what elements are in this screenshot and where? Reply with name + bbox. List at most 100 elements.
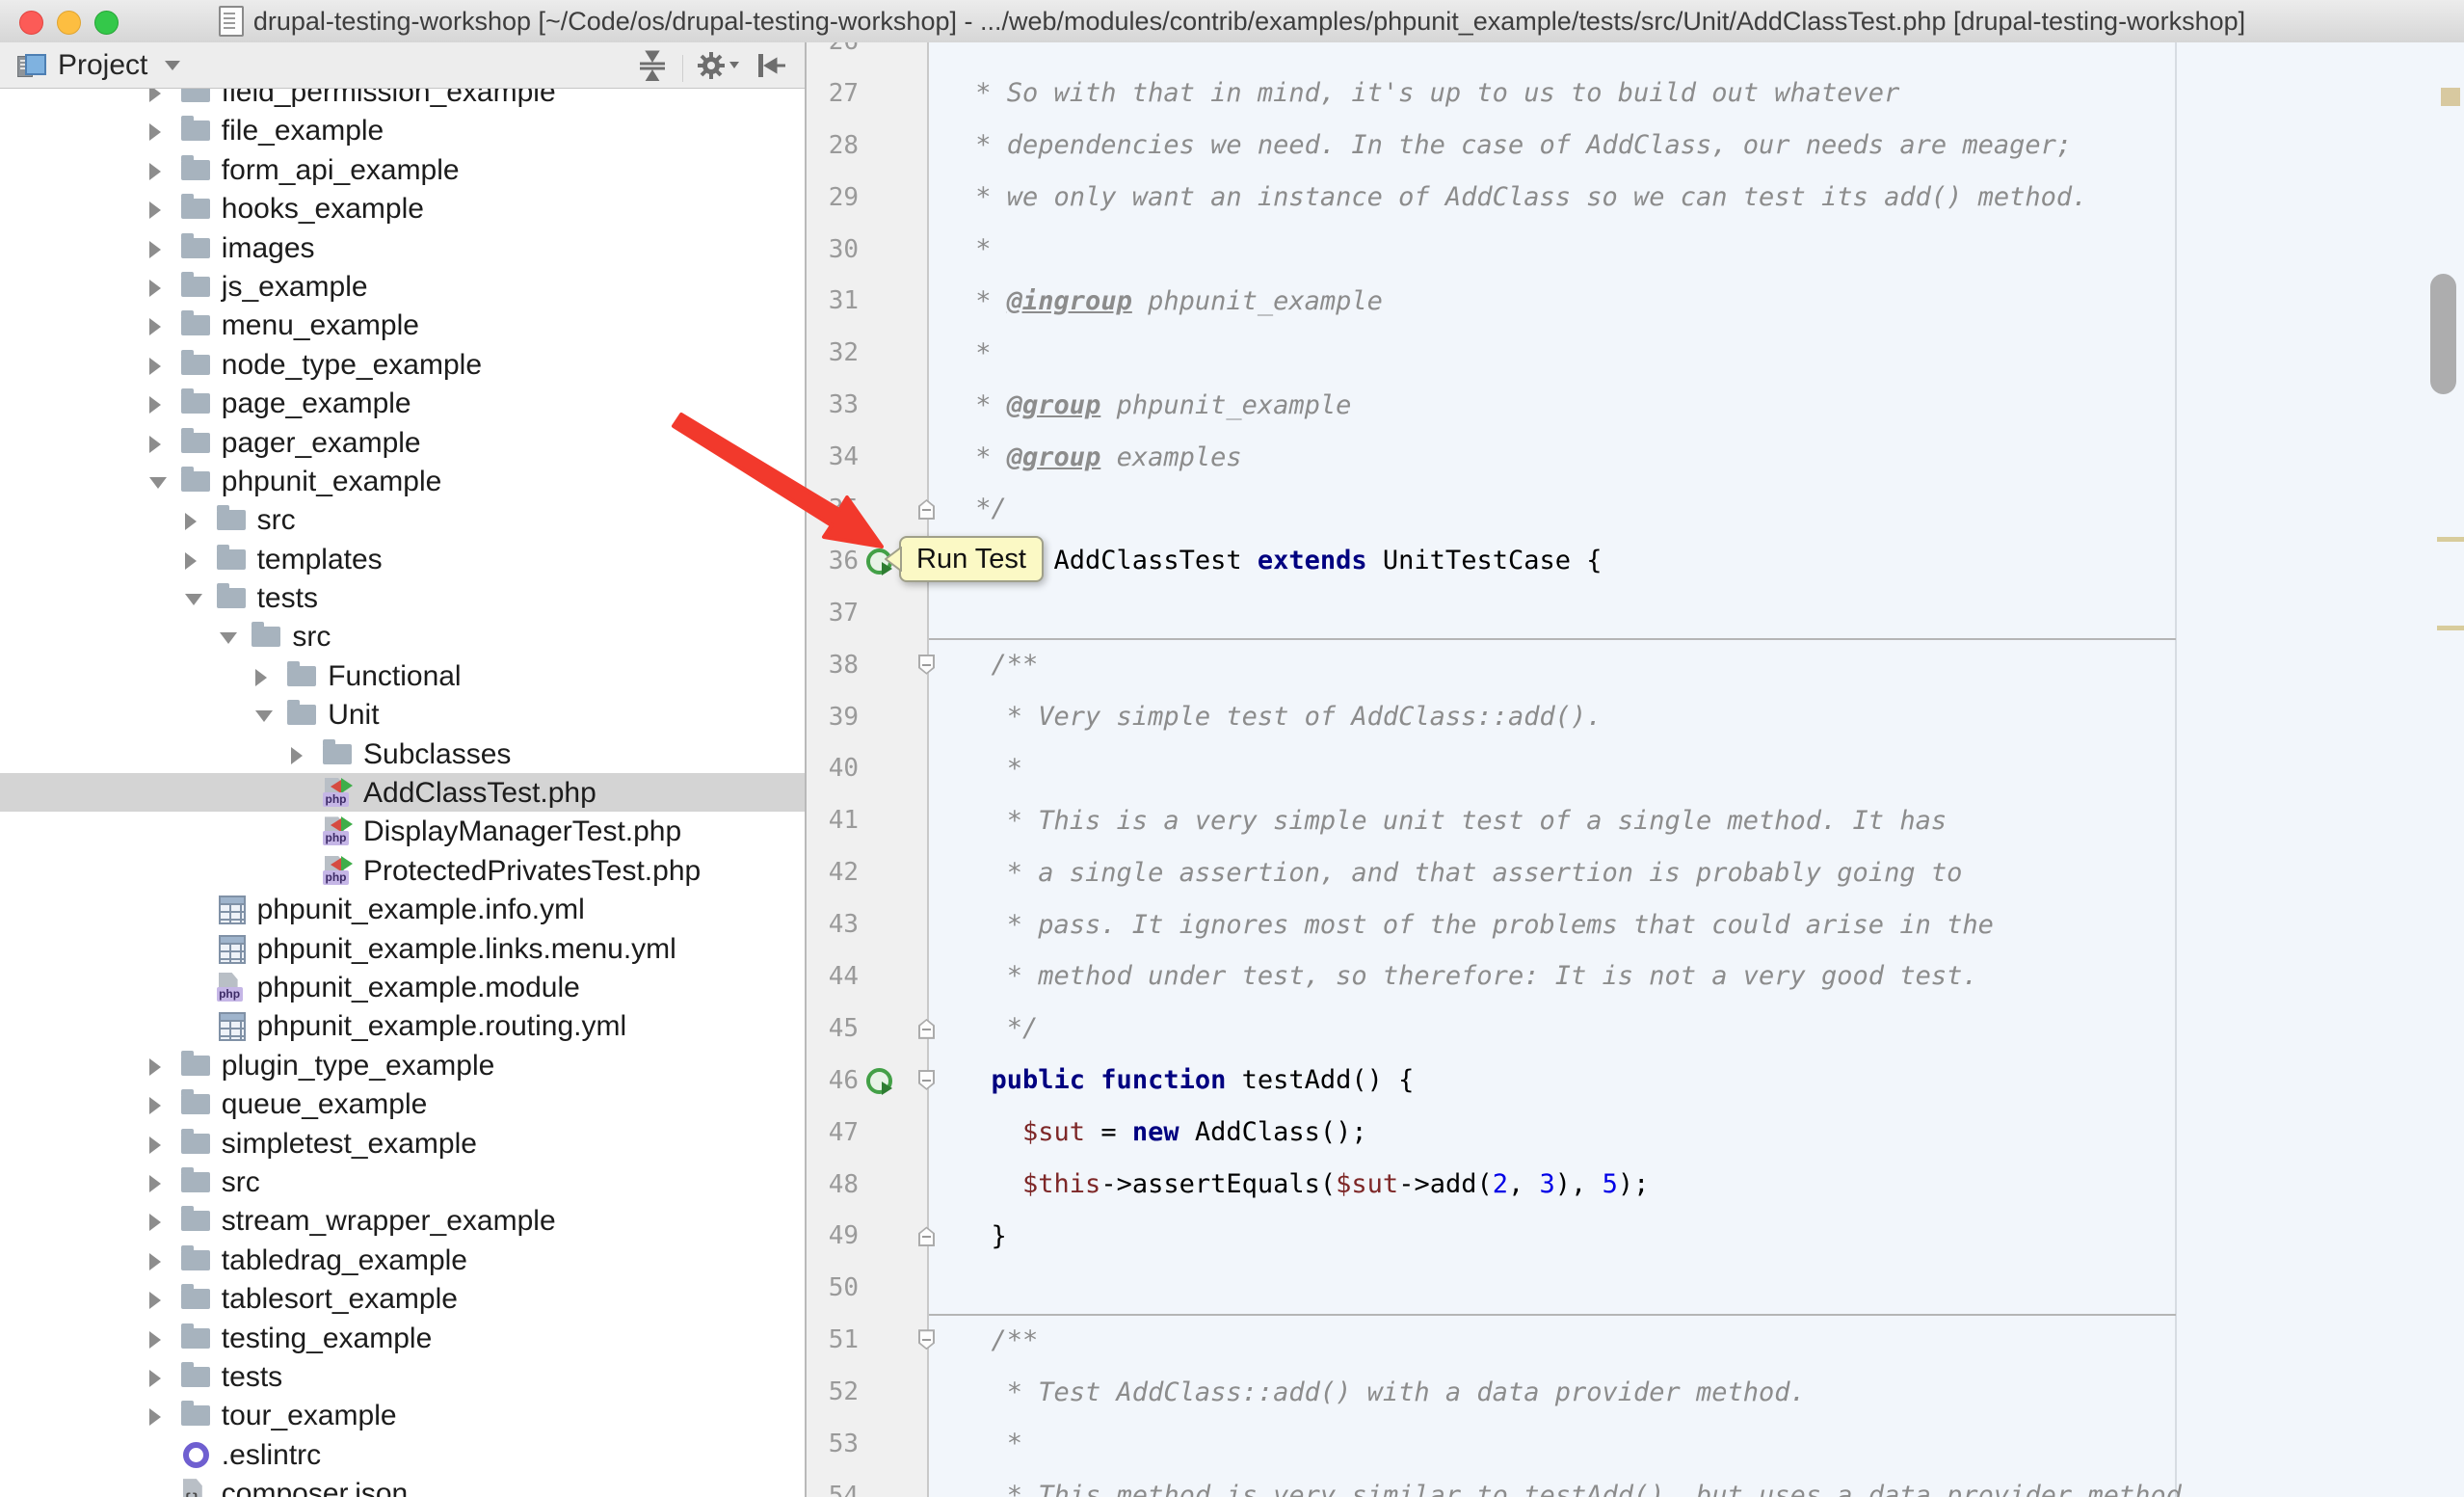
warning-stripe-mark[interactable] bbox=[2437, 537, 2464, 542]
code-line-29[interactable]: 29 * we only want an instance of AddClas… bbox=[807, 172, 2464, 224]
window-titlebar[interactable]: drupal-testing-workshop [~/Code/os/drupa… bbox=[0, 0, 2464, 44]
code-line-31[interactable]: 31 * @ingroup phpunit_example bbox=[807, 275, 2464, 327]
code-line-43[interactable]: 43 * pass. It ignores most of the proble… bbox=[807, 898, 2464, 950]
code-line-53[interactable]: 53 * bbox=[807, 1418, 2464, 1470]
inspection-indicator[interactable] bbox=[2441, 88, 2460, 106]
code-line-38[interactable]: 38 /** bbox=[807, 639, 2464, 691]
expand-arrow-icon[interactable] bbox=[149, 1058, 161, 1076]
expand-arrow-icon[interactable] bbox=[185, 513, 197, 530]
tree-item-file-example[interactable]: file_example bbox=[0, 111, 805, 149]
expand-arrow-icon[interactable] bbox=[149, 280, 161, 297]
code-editor[interactable]: 2627 * So with that in mind, it's up to … bbox=[807, 42, 2464, 1497]
expand-arrow-icon[interactable] bbox=[149, 1408, 161, 1426]
tree-item-stream-wrapper-example[interactable]: stream_wrapper_example bbox=[0, 1201, 805, 1240]
code-line-44[interactable]: 44 * method under test, so therefore: It… bbox=[807, 950, 2464, 1002]
code-line-46[interactable]: 46 public function testAdd() { bbox=[807, 1055, 2464, 1107]
code-line-51[interactable]: 51 /** bbox=[807, 1314, 2464, 1366]
fold-marker-icon[interactable] bbox=[918, 1329, 935, 1350]
expand-arrow-icon[interactable] bbox=[149, 1214, 161, 1231]
code-line-50[interactable]: 50 bbox=[807, 1262, 2464, 1314]
tree-item-subclasses[interactable]: Subclasses bbox=[0, 735, 805, 773]
tree-item-tests[interactable]: tests bbox=[0, 578, 805, 617]
gear-settings-icon[interactable] bbox=[697, 50, 741, 86]
editor-scrollbar-thumb[interactable] bbox=[2430, 274, 2456, 394]
code-line-40[interactable]: 40 * bbox=[807, 742, 2464, 794]
code-line-48[interactable]: 48 $this->assertEquals($sut->add(2, 3), … bbox=[807, 1159, 2464, 1211]
tree-item-tour-example[interactable]: tour_example bbox=[0, 1396, 805, 1434]
tree-item--eslintrc[interactable]: .eslintrc bbox=[0, 1435, 805, 1474]
fold-marker-icon[interactable] bbox=[918, 499, 935, 520]
tree-item-unit[interactable]: Unit bbox=[0, 695, 805, 734]
tree-item-phpunit-example[interactable]: phpunit_example bbox=[0, 462, 805, 500]
tree-item-src[interactable]: src bbox=[0, 617, 805, 655]
document-proxy-icon[interactable] bbox=[219, 6, 244, 37]
code-line-30[interactable]: 30 * bbox=[807, 224, 2464, 276]
expand-arrow-icon[interactable] bbox=[149, 358, 161, 375]
hide-panel-icon[interactable] bbox=[755, 50, 787, 86]
expand-arrow-icon[interactable] bbox=[149, 436, 161, 453]
tree-item-phpunit-example-routing-yml[interactable]: phpunit_example.routing.yml bbox=[0, 1006, 805, 1045]
code-line-32[interactable]: 32 * bbox=[807, 327, 2464, 379]
tree-item-testing-example[interactable]: testing_example bbox=[0, 1319, 805, 1357]
tree-item-page-example[interactable]: page_example bbox=[0, 384, 805, 422]
tree-item-protectedprivatestest-php[interactable]: phpProtectedPrivatesTest.php bbox=[0, 851, 805, 890]
close-window-button[interactable] bbox=[19, 11, 43, 35]
code-line-52[interactable]: 52 * Test AddClass::add() with a data pr… bbox=[807, 1366, 2464, 1418]
tree-item-tests[interactable]: tests bbox=[0, 1357, 805, 1396]
tree-item-tablesort-example[interactable]: tablesort_example bbox=[0, 1279, 805, 1318]
collapse-all-icon[interactable] bbox=[636, 50, 669, 86]
collapse-arrow-icon[interactable] bbox=[185, 594, 202, 605]
code-line-41[interactable]: 41 * This is a very simple unit test of … bbox=[807, 794, 2464, 846]
expand-arrow-icon[interactable] bbox=[149, 1175, 161, 1192]
code-line-33[interactable]: 33 * @group phpunit_example bbox=[807, 379, 2464, 431]
code-line-28[interactable]: 28 * dependencies we need. In the case o… bbox=[807, 120, 2464, 172]
tree-item-phpunit-example-module[interactable]: phpphpunit_example.module bbox=[0, 968, 805, 1006]
tree-item-simpletest-example[interactable]: simpletest_example bbox=[0, 1124, 805, 1163]
tree-item-displaymanagertest-php[interactable]: phpDisplayManagerTest.php bbox=[0, 812, 805, 850]
minimize-window-button[interactable] bbox=[57, 11, 81, 35]
code-line-45[interactable]: 45 */ bbox=[807, 1002, 2464, 1055]
expand-arrow-icon[interactable] bbox=[149, 163, 161, 180]
tree-item-addclasstest-php[interactable]: phpAddClassTest.php bbox=[0, 773, 805, 812]
code-line-39[interactable]: 39 * Very simple test of AddClass::add()… bbox=[807, 691, 2464, 743]
tree-item-queue-example[interactable]: queue_example bbox=[0, 1084, 805, 1123]
code-line-26[interactable]: 26 bbox=[807, 42, 2464, 67]
collapse-arrow-icon[interactable] bbox=[255, 710, 273, 722]
tree-item-js-example[interactable]: js_example bbox=[0, 267, 805, 306]
chevron-down-icon[interactable] bbox=[165, 61, 180, 70]
expand-arrow-icon[interactable] bbox=[149, 396, 161, 414]
tree-item-phpunit-example-links-menu-yml[interactable]: phpunit_example.links.menu.yml bbox=[0, 929, 805, 968]
code-line-35[interactable]: 35 */ bbox=[807, 483, 2464, 535]
expand-arrow-icon[interactable] bbox=[149, 1136, 161, 1154]
tree-item-field-permission-example[interactable]: field_permission_example bbox=[0, 89, 805, 111]
tree-item-plugin-type-example[interactable]: plugin_type_example bbox=[0, 1046, 805, 1084]
code-line-36[interactable]: 36class AddClassTest extends UnitTestCas… bbox=[807, 535, 2464, 587]
warning-stripe-mark[interactable] bbox=[2437, 626, 2464, 630]
expand-arrow-icon[interactable] bbox=[291, 747, 303, 764]
collapse-arrow-icon[interactable] bbox=[149, 477, 167, 489]
expand-arrow-icon[interactable] bbox=[255, 669, 267, 686]
expand-arrow-icon[interactable] bbox=[149, 1253, 161, 1270]
code-line-27[interactable]: 27 * So with that in mind, it's up to us… bbox=[807, 67, 2464, 120]
tree-item-functional[interactable]: Functional bbox=[0, 656, 805, 695]
tree-item-hooks-example[interactable]: hooks_example bbox=[0, 189, 805, 227]
zoom-window-button[interactable] bbox=[94, 11, 119, 35]
expand-arrow-icon[interactable] bbox=[149, 1097, 161, 1114]
tree-item-templates[interactable]: templates bbox=[0, 540, 805, 578]
code-line-47[interactable]: 47 $sut = new AddClass(); bbox=[807, 1107, 2464, 1159]
expand-arrow-icon[interactable] bbox=[149, 1370, 161, 1387]
fold-marker-icon[interactable] bbox=[918, 655, 935, 675]
fold-marker-icon[interactable] bbox=[918, 1019, 935, 1039]
tree-item-menu-example[interactable]: menu_example bbox=[0, 306, 805, 344]
tree-item-composer-json[interactable]: {}composer.json bbox=[0, 1474, 805, 1497]
expand-arrow-icon[interactable] bbox=[149, 201, 161, 219]
code-line-54[interactable]: 54 * This method is very similar to test… bbox=[807, 1470, 2464, 1497]
expand-arrow-icon[interactable] bbox=[149, 1292, 161, 1309]
tree-item-phpunit-example-info-yml[interactable]: phpunit_example.info.yml bbox=[0, 890, 805, 928]
project-panel-header[interactable]: Project bbox=[0, 42, 805, 89]
tree-item-form-api-example[interactable]: form_api_example bbox=[0, 150, 805, 189]
tree-item-src[interactable]: src bbox=[0, 1163, 805, 1201]
fold-marker-icon[interactable] bbox=[918, 1226, 935, 1246]
fold-marker-icon[interactable] bbox=[918, 1070, 935, 1090]
run-test-gutter-icon[interactable] bbox=[866, 1068, 892, 1094]
